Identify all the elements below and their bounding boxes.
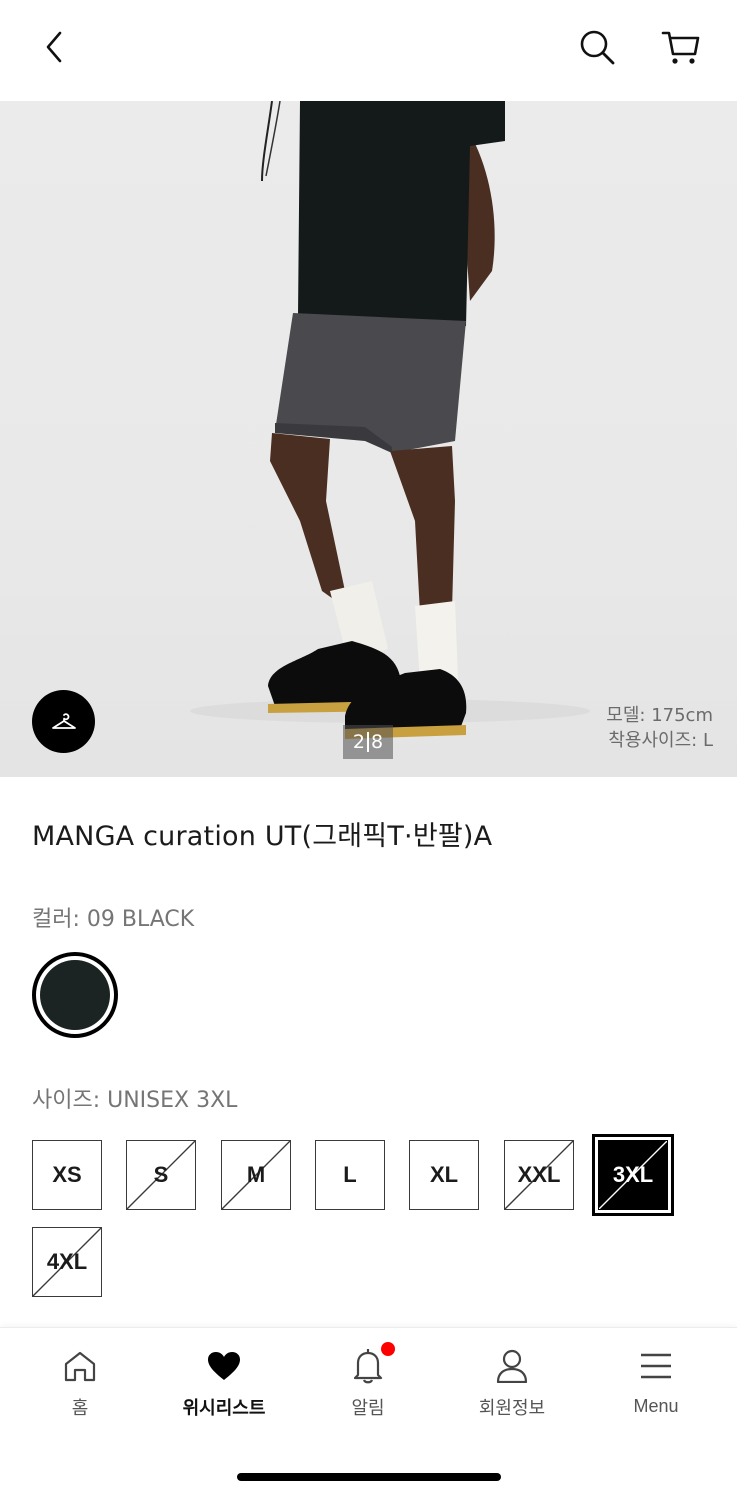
- heart-icon: [208, 1352, 240, 1380]
- nav-home-label: 홈: [71, 1398, 89, 1419]
- nav-profile[interactable]: 회원정보: [457, 1346, 567, 1426]
- chevron-left-icon: [46, 31, 62, 63]
- model-size: 착용사이즈: L: [608, 730, 713, 751]
- size-option-label: M: [246, 1162, 266, 1187]
- size-option-label: XS: [52, 1162, 82, 1187]
- color-label: 컬러: 09 BLACK: [32, 907, 195, 932]
- product-title: MANGA curation UT(그래픽T·반팔)A: [32, 821, 493, 852]
- home-icon: [64, 1351, 96, 1382]
- size-option-s[interactable]: S: [126, 1140, 196, 1210]
- size-option-xs[interactable]: XS: [32, 1140, 102, 1210]
- nav-notifications[interactable]: 알림: [313, 1342, 423, 1426]
- model-height: 모델: 175cm: [606, 705, 713, 726]
- nav-wishlist[interactable]: 위시리스트: [169, 1346, 279, 1426]
- pager-current: 2: [352, 731, 365, 753]
- menu-icon: [641, 1353, 671, 1379]
- hanger-icon: [51, 712, 76, 729]
- top-bar: [0, 0, 737, 101]
- size-option-xl[interactable]: XL: [409, 1140, 479, 1210]
- size-option-label: 4XL: [46, 1249, 88, 1274]
- size-option-label: XXL: [517, 1162, 561, 1187]
- size-option-label: S: [153, 1162, 169, 1187]
- size-option-4xl[interactable]: 4XL: [32, 1227, 102, 1297]
- nav-menu-label: Menu: [633, 1396, 679, 1416]
- search-button[interactable]: [572, 22, 622, 72]
- size-option-3xl[interactable]: 3XL: [592, 1134, 674, 1216]
- model-info-text: 모델: 175cm 착용사이즈: L: [606, 703, 713, 753]
- size-option-xxl[interactable]: XXL: [504, 1140, 574, 1210]
- nav-profile-label: 회원정보: [478, 1398, 546, 1419]
- nav-wishlist-label: 위시리스트: [182, 1398, 266, 1419]
- user-icon: [496, 1349, 528, 1383]
- nav-menu[interactable]: Menu: [601, 1346, 711, 1426]
- product-photo: [190, 101, 590, 739]
- model-info-button[interactable]: [32, 690, 95, 753]
- size-label: 사이즈: UNISEX 3XL: [32, 1088, 238, 1113]
- pager-total: 8: [371, 731, 384, 753]
- search-icon: [580, 30, 615, 65]
- home-indicator: [237, 1473, 501, 1481]
- color-swatch-black[interactable]: [32, 952, 118, 1038]
- size-option-label: 3XL: [612, 1162, 654, 1187]
- cart-icon: [661, 31, 700, 64]
- pager-divider: [367, 732, 369, 752]
- size-option-l[interactable]: L: [315, 1140, 385, 1210]
- size-option-label: L: [343, 1162, 357, 1187]
- bell-icon: [353, 1349, 383, 1384]
- nav-notifications-label: 알림: [351, 1398, 385, 1419]
- size-option-m[interactable]: M: [221, 1140, 291, 1210]
- color-swatch-fill: [40, 960, 110, 1030]
- back-button[interactable]: [30, 22, 80, 72]
- size-option-label: XL: [429, 1162, 459, 1187]
- product-image-gallery[interactable]: 2 8 모델: 175cm 착용사이즈: L: [0, 101, 737, 777]
- gallery-pager: 2 8: [343, 725, 393, 759]
- cart-button[interactable]: [656, 22, 706, 72]
- notification-badge: [381, 1342, 395, 1356]
- nav-home[interactable]: 홈: [25, 1346, 135, 1426]
